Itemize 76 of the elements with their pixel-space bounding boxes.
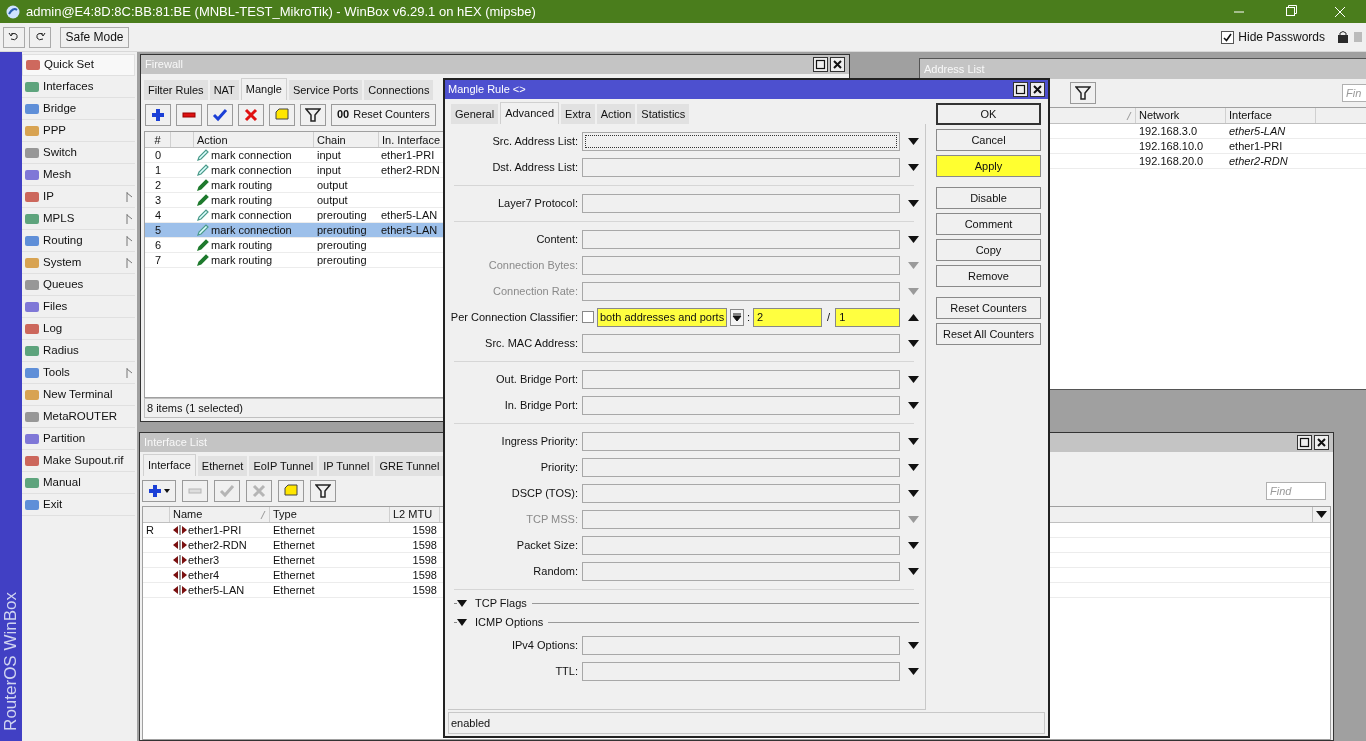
- field-label: TCP MSS:: [525, 511, 578, 527]
- field-label: Content:: [535, 231, 578, 247]
- separator-text: :: [747, 309, 751, 325]
- table-cell-text: prerouting: [316, 238, 368, 252]
- field-label: Src. MAC Address:: [484, 335, 578, 351]
- table-cell-text: 1: [153, 163, 163, 177]
- field-label: DSCP (TOS):: [510, 485, 578, 501]
- table-cell-text: output: [316, 178, 349, 192]
- table-cell-text: 192.168.3.0: [1138, 124, 1199, 138]
- table-cell-text: ether1-PRI: [380, 148, 436, 162]
- table-cell: mark routing: [211, 237, 273, 253]
- table-cell: R: [146, 524, 154, 536]
- table-cell: ether5-LAN: [188, 582, 245, 598]
- table-cell-text: 1598: [411, 523, 438, 537]
- field-label: Ingress Priority:: [500, 433, 578, 449]
- field-label: Src. Address List:: [491, 133, 578, 149]
- table-cell-text: 0: [153, 148, 163, 162]
- table-cell: mark connection: [211, 222, 292, 238]
- field-label: Layer7 Protocol:: [496, 195, 578, 211]
- table-cell-text: prerouting: [316, 223, 368, 237]
- table-cell-text: ether5-LAN: [380, 223, 439, 237]
- window-title: admin@E4:8D:8C:BB:81:BE (MNBL-TEST_MikroTik) - WinBox v6.29.1 on hEX (mipsbe): [26, 2, 537, 21]
- table-cell-text: ether5-LAN: [380, 208, 439, 222]
- table-cell-text: prerouting: [316, 208, 368, 222]
- table-cell-text: Ethernet: [272, 583, 316, 597]
- field-label: IPv4 Options:: [510, 637, 578, 653]
- brand-text: RouterOS WinBox: [0, 592, 22, 731]
- table-cell: ether1-PRI: [188, 522, 242, 538]
- table-cell-text: ether2-RDN: [380, 163, 441, 177]
- table-cell-text: 192.168.20.0: [1138, 154, 1205, 168]
- field-label: Connection Rate:: [492, 283, 578, 299]
- table-cell-text: input: [316, 163, 342, 177]
- table-cell-text: output: [316, 193, 349, 207]
- field-label: Connection Bytes:: [487, 257, 578, 273]
- table-cell-text: 2: [153, 178, 163, 192]
- table-cell-text: Ethernet: [272, 568, 316, 582]
- table-cell: ether2-RDN: [188, 537, 247, 553]
- field-label: TTL:: [554, 663, 578, 679]
- table-cell-text: ether1-PRI: [1228, 139, 1284, 153]
- table-cell-text: Ethernet: [272, 553, 316, 567]
- table-cell-text: 7: [153, 253, 163, 267]
- table-cell-text: 1598: [411, 583, 438, 597]
- table-cell: mark routing: [211, 252, 273, 268]
- field-label: Random:: [532, 563, 578, 579]
- table-cell-text: 4: [153, 208, 163, 222]
- table-cell-text: 6: [153, 238, 163, 252]
- table-cell-text: ether5-LAN: [1228, 124, 1287, 138]
- status-text: enabled: [451, 715, 491, 731]
- table-cell: mark connection: [211, 162, 292, 178]
- window-title: Mangle Rule <>: [448, 82, 526, 98]
- table-cell: mark routing: [211, 177, 273, 193]
- table-cell: mark connection: [211, 207, 292, 223]
- field-label: Per Connection Classifier:: [449, 309, 578, 325]
- table-cell-text: input: [316, 148, 342, 162]
- field-label: Dst. Address List:: [491, 159, 578, 175]
- table-cell-text: 1598: [411, 553, 438, 567]
- table-cell-text: 5: [153, 223, 163, 237]
- table-cell: mark routing: [211, 192, 273, 208]
- field-label: Priority:: [539, 459, 578, 475]
- table-cell-text: Ethernet: [272, 538, 316, 552]
- table-cell-text: ether2-RDN: [1228, 154, 1289, 168]
- table-cell-text: Ethernet: [272, 523, 316, 537]
- separator-text: /: [826, 309, 832, 325]
- field-label: Out. Bridge Port:: [495, 371, 578, 387]
- field-label: In. Bridge Port:: [503, 397, 578, 413]
- table-cell-text: 192.168.10.0: [1138, 139, 1205, 153]
- table-cell: ether4: [188, 567, 220, 583]
- table-cell: ether3: [188, 552, 220, 568]
- field-label: Packet Size:: [515, 537, 578, 553]
- checkbox-label: Hide Passwords: [1238, 29, 1325, 46]
- table-cell-text: prerouting: [316, 253, 368, 267]
- table-cell: mark connection: [211, 147, 292, 163]
- status-text: 8 items (1 selected): [147, 400, 243, 416]
- table-cell-text: 1598: [411, 568, 438, 582]
- table-cell-text: 3: [153, 193, 163, 207]
- table-cell-text: 1598: [411, 538, 438, 552]
